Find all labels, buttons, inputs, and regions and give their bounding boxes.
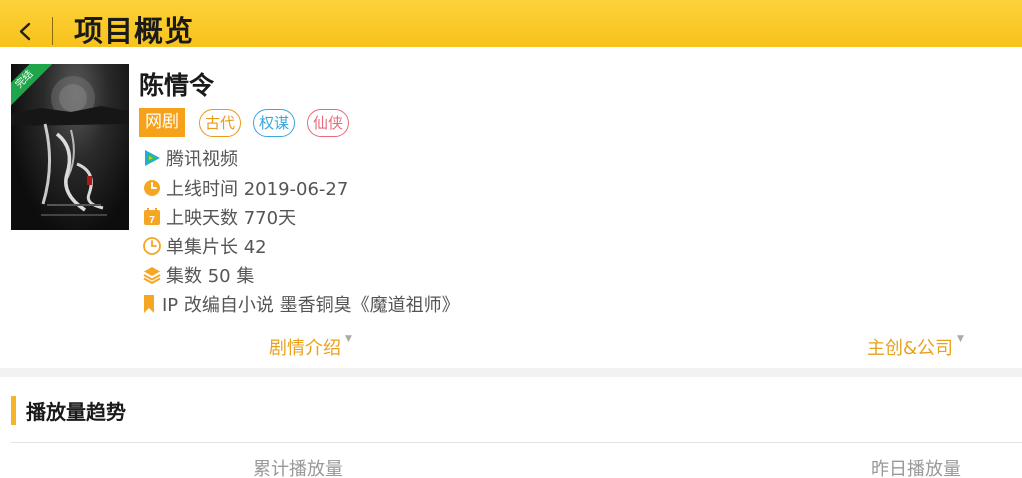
total-plays-label: 累计播放量 [253, 459, 343, 478]
header-divider [52, 17, 53, 45]
type-tag: 网剧 [139, 108, 185, 137]
synopsis-toggle[interactable]: 剧情介绍 ▼ [269, 334, 352, 360]
episode-count: 集数 50 集 [166, 266, 255, 287]
genre-tag: 权谋 [253, 109, 296, 137]
days-running: 上映天数 770天 [166, 208, 297, 229]
divider [11, 442, 1022, 443]
drama-poster[interactable]: 完结 [11, 64, 129, 230]
layers-icon [142, 265, 162, 285]
drama-title: 陈情令 [139, 71, 215, 100]
back-button[interactable] [12, 16, 38, 44]
caret-down-icon: ▼ [957, 334, 964, 344]
genre-tag: 古代 [199, 109, 242, 137]
ip-source-row: IP 改编自小说 墨香铜臭《魔道祖师》 [142, 292, 460, 316]
section-separator [0, 368, 1022, 377]
poster-artwork [11, 76, 129, 216]
release-date: 上线时间 2019-06-27 [166, 179, 349, 200]
ip-source: IP 改编自小说 墨香铜臭《魔道祖师》 [162, 295, 460, 316]
episode-count-row: 集数 50 集 [142, 263, 254, 287]
yesterday-plays-label: 昨日播放量 [871, 459, 961, 478]
platform-row: 腾讯视频 [142, 146, 238, 170]
release-date-row: 上线时间 2019-06-27 [142, 176, 348, 200]
platform-name: 腾讯视频 [166, 149, 238, 170]
clock-filled-icon [142, 178, 162, 198]
page-title: 项目概览 [74, 14, 195, 48]
clock-outline-icon [142, 236, 162, 256]
days-running-row: 7 上映天数 770天 [142, 205, 296, 229]
top-bar: 项目概览 [0, 0, 1022, 48]
section-title: 播放量趋势 [26, 400, 126, 424]
synopsis-label: 剧情介绍 [269, 338, 341, 359]
crew-label: 主创&公司 [867, 338, 954, 359]
chevron-left-icon [19, 22, 31, 41]
bookmark-icon [142, 294, 158, 314]
calendar-icon: 7 [142, 207, 162, 227]
svg-text:7: 7 [149, 215, 155, 226]
genre-tag: 仙侠 [307, 109, 350, 137]
crew-toggle[interactable]: 主创&公司 ▼ [867, 334, 964, 360]
tencent-video-icon [142, 148, 162, 168]
episode-length-row: 单集片长 42 [142, 234, 267, 258]
episode-length: 单集片长 42 [166, 237, 267, 258]
section-accent-bar [11, 396, 16, 425]
caret-down-icon: ▼ [345, 334, 352, 344]
